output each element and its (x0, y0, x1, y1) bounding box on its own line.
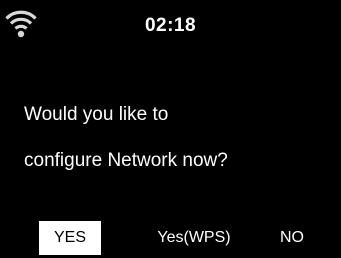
radio-display-screen: 02:18 Would you like to configure Networ… (0, 0, 341, 258)
clock-time: 02:18 (144, 15, 197, 36)
dialog-message-line-2: configure Network now? (24, 150, 228, 171)
yes-wps-button[interactable]: Yes(WPS) (144, 221, 244, 255)
yes-button[interactable]: YES (39, 221, 101, 255)
status-bar: 02:18 (0, 0, 341, 46)
dialog-message-line-1: Would you like to (24, 104, 169, 125)
no-button[interactable]: NO (270, 221, 314, 255)
